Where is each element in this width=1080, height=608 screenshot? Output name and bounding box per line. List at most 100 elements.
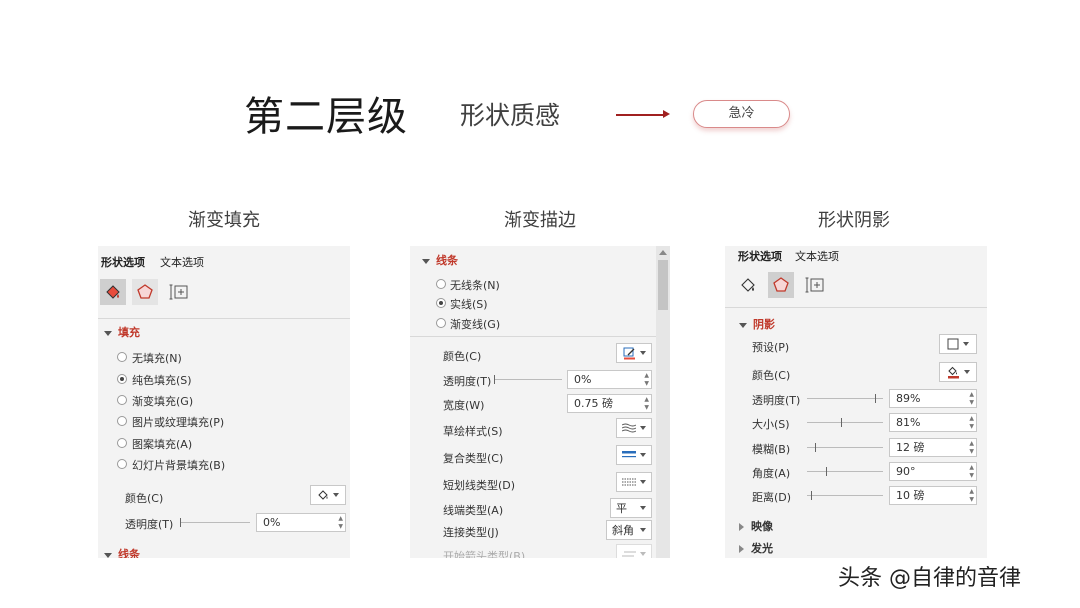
tag-pill: 急冷 xyxy=(693,100,790,128)
slider-knob[interactable] xyxy=(841,418,842,427)
shadow-row-value: 90° xyxy=(896,465,916,478)
shadow-row-label: 角度(A) xyxy=(752,467,791,480)
fill-line-icon[interactable] xyxy=(735,272,761,298)
line-color-picker[interactable] xyxy=(616,343,652,363)
size-properties-icon[interactable] xyxy=(166,279,192,305)
tab-shape-options[interactable]: 形状选项 xyxy=(101,254,145,270)
radio-no-fill[interactable] xyxy=(117,352,127,362)
spin-arrows-icon[interactable]: ▲ ▼ xyxy=(969,440,974,456)
slider-knob[interactable] xyxy=(180,518,181,527)
shadow-row-input[interactable]: 89% ▲ ▼ xyxy=(889,389,977,408)
radio-gradient-line[interactable] xyxy=(436,318,446,328)
group-header-reflection[interactable]: 映像 xyxy=(739,518,773,534)
expand-triangle-icon xyxy=(104,330,112,336)
watermark: 头条 @自律的音律 xyxy=(838,566,1021,591)
section-heading-line: 渐变描边 xyxy=(504,210,576,231)
slider-knob[interactable] xyxy=(815,443,816,452)
shadow-preset-dropdown[interactable] xyxy=(939,334,977,354)
chevron-down-icon xyxy=(639,351,646,355)
shadow-row-slider[interactable] xyxy=(807,491,883,500)
square-outline-icon xyxy=(947,338,959,350)
shadow-row-input[interactable]: 90° ▲ ▼ xyxy=(889,462,977,481)
paint-bucket-icon xyxy=(318,490,328,500)
shadow-row-value: 10 磅 xyxy=(896,489,925,502)
line-transparency-input[interactable]: 0% ▲ ▼ xyxy=(567,370,652,389)
shadow-row-slider[interactable] xyxy=(807,467,883,476)
sketch-style-dropdown[interactable] xyxy=(616,418,652,438)
format-panel-fill: 形状选项 文本选项 填充 无填充(N) 纯色填充(S) 渐变填充(G) 图片或纹… xyxy=(98,246,350,558)
spin-arrows-icon[interactable]: ▲ ▼ xyxy=(969,464,974,480)
radio-gradient-fill[interactable] xyxy=(117,395,127,405)
shadow-color-picker[interactable] xyxy=(939,362,977,382)
scrollbar[interactable] xyxy=(656,246,670,558)
group-header-glow[interactable]: 发光 xyxy=(739,540,773,556)
spin-arrows-icon[interactable]: ▲ ▼ xyxy=(644,396,649,412)
tab-text-options[interactable]: 文本选项 xyxy=(795,248,839,264)
radio-picture-fill[interactable] xyxy=(117,416,127,426)
panel-divider xyxy=(725,307,987,308)
scroll-thumb[interactable] xyxy=(658,260,668,310)
tab-text-options[interactable]: 文本选项 xyxy=(160,254,204,270)
radio-label: 渐变填充(G) xyxy=(132,395,194,408)
group-header-line[interactable]: 线条 xyxy=(422,252,458,268)
shadow-row-input[interactable]: 12 磅 ▲ ▼ xyxy=(889,438,977,457)
line-width-input[interactable]: 0.75 磅 ▲ ▼ xyxy=(567,394,652,413)
cap-type-dropdown[interactable]: 平 xyxy=(610,498,652,518)
collapsed-triangle-icon xyxy=(739,545,744,553)
group-header-line[interactable]: 线条 xyxy=(104,546,140,558)
cap-type-value: 平 xyxy=(616,502,627,515)
shadow-row-label: 透明度(T) xyxy=(752,394,801,407)
spin-arrows-icon[interactable]: ▲ ▼ xyxy=(338,515,343,531)
size-properties-icon[interactable] xyxy=(802,272,828,298)
spin-arrows-icon[interactable]: ▲ ▼ xyxy=(969,415,974,431)
tab-shape-options[interactable]: 形状选项 xyxy=(738,248,782,264)
radio-background-fill[interactable] xyxy=(117,459,127,469)
line-transparency-label: 透明度(T) xyxy=(443,375,492,388)
effects-pentagon-icon[interactable] xyxy=(768,272,794,298)
join-type-dropdown[interactable]: 斜角 xyxy=(606,520,652,540)
radio-solid-fill[interactable] xyxy=(117,374,127,384)
effects-pentagon-icon[interactable] xyxy=(132,279,158,305)
shadow-row-input[interactable]: 81% ▲ ▼ xyxy=(889,413,977,432)
arrow-type-label: 开始箭头类型(B) xyxy=(443,550,526,558)
chevron-down-icon xyxy=(640,453,646,457)
join-type-label: 连接类型(J) xyxy=(443,526,499,539)
shadow-row-input[interactable]: 10 磅 ▲ ▼ xyxy=(889,486,977,505)
spin-arrows-icon[interactable]: ▲ ▼ xyxy=(969,488,974,504)
radio-label: 图案填充(A) xyxy=(132,438,193,451)
panel-divider xyxy=(410,336,656,337)
width-value: 0.75 磅 xyxy=(574,397,613,410)
spin-arrows-icon[interactable]: ▲ ▼ xyxy=(644,372,649,388)
slider-knob[interactable] xyxy=(875,394,876,403)
slider-knob[interactable] xyxy=(494,375,495,384)
radio-pattern-fill[interactable] xyxy=(117,438,127,448)
shadow-row-slider[interactable] xyxy=(807,443,883,452)
compound-type-dropdown[interactable] xyxy=(616,445,652,465)
format-panel-shadow: 形状选项 文本选项 阴影 预设(P) 颜色(C) 透明度(T) 89% ▲ ▼ 大小(S… xyxy=(725,246,987,558)
fill-line-icon[interactable] xyxy=(100,279,126,305)
shadow-row-slider[interactable] xyxy=(807,394,883,403)
scroll-up-icon[interactable] xyxy=(659,250,667,255)
slider-knob[interactable] xyxy=(811,491,812,500)
line-width-label: 宽度(W) xyxy=(443,399,485,412)
shadow-row-slider[interactable] xyxy=(807,418,883,427)
chevron-down-icon xyxy=(963,342,969,346)
slide-subtitle: 形状质感 xyxy=(460,101,561,130)
spin-arrows-icon[interactable]: ▲ ▼ xyxy=(969,391,974,407)
compound-lines-icon xyxy=(622,451,636,458)
fill-color-picker[interactable] xyxy=(310,485,346,505)
dash-type-dropdown[interactable] xyxy=(616,472,652,492)
chevron-down-icon xyxy=(640,506,646,510)
line-transparency-slider[interactable] xyxy=(494,375,562,384)
shadow-row-label: 距离(D) xyxy=(752,491,792,504)
group-header-shadow[interactable]: 阴影 xyxy=(739,316,775,332)
section-heading-shadow: 形状阴影 xyxy=(818,210,890,231)
slider-knob[interactable] xyxy=(826,467,827,476)
radio-solid-line[interactable] xyxy=(436,298,446,308)
radio-no-line[interactable] xyxy=(436,279,446,289)
transparency-input[interactable]: 0% ▲ ▼ xyxy=(256,513,346,532)
group-header-fill[interactable]: 填充 xyxy=(104,324,140,340)
expand-triangle-icon xyxy=(104,552,112,558)
arrow-type-dropdown[interactable] xyxy=(616,544,652,558)
transparency-slider[interactable] xyxy=(180,518,250,527)
